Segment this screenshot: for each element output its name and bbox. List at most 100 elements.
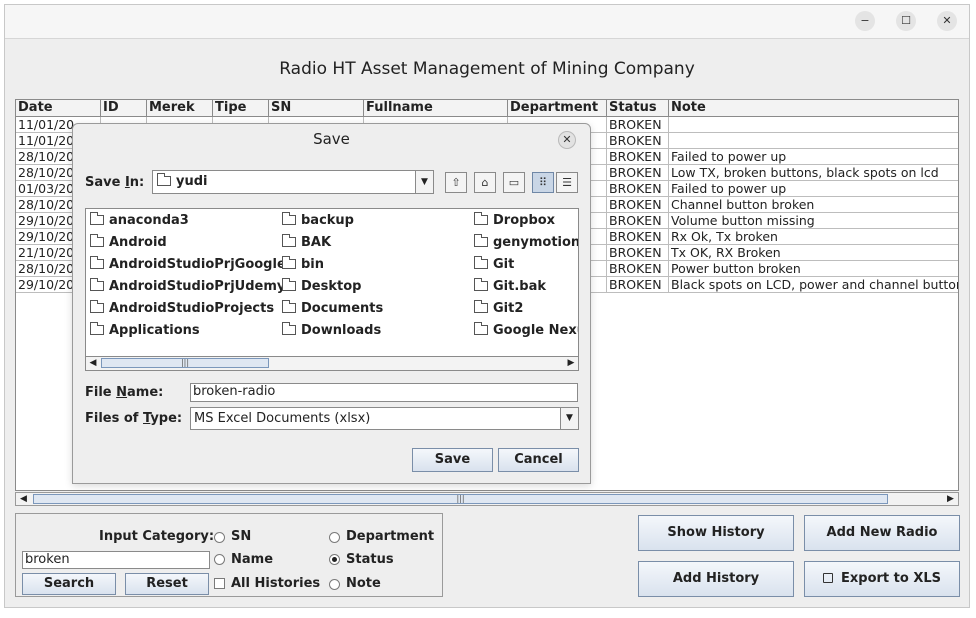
file-list-item[interactable]: Documents bbox=[282, 300, 383, 318]
table-cell-status: BROKEN bbox=[607, 149, 669, 165]
table-horizontal-scrollbar[interactable]: ◀ ||| ▶ bbox=[15, 492, 959, 506]
maximize-button[interactable]: ☐ bbox=[896, 11, 916, 31]
file-name-input[interactable]: broken-radio bbox=[190, 383, 578, 402]
file-list-item[interactable]: Git2 bbox=[474, 300, 523, 318]
save-in-combo[interactable]: yudi ▼ bbox=[152, 170, 434, 194]
file-list-item[interactable]: bin bbox=[282, 256, 324, 274]
sn-radio-label[interactable]: SN bbox=[231, 529, 251, 544]
close-button[interactable]: ✕ bbox=[937, 11, 957, 31]
table-cell-note: Power button broken bbox=[669, 261, 958, 277]
new-folder-button[interactable]: ▭ bbox=[503, 172, 525, 193]
table-cell-note: Black spots on LCD, power and channel bu… bbox=[669, 277, 959, 293]
file-list-item[interactable]: Applications bbox=[90, 322, 200, 340]
page-title: Radio HT Asset Management of Mining Comp… bbox=[279, 59, 695, 79]
details-view-icon: ☰ bbox=[562, 176, 572, 189]
new-folder-icon: ▭ bbox=[508, 176, 520, 189]
file-list-scrollbar[interactable]: ◀ ||| ▶ bbox=[86, 356, 578, 370]
file-list-item[interactable]: Git bbox=[474, 256, 514, 274]
reset-button[interactable]: Reset bbox=[125, 573, 209, 595]
file-type-value: MS Excel Documents (xlsx) bbox=[194, 411, 371, 426]
file-list-item[interactable]: anaconda3 bbox=[90, 212, 189, 230]
chevron-down-icon[interactable]: ▼ bbox=[415, 171, 433, 193]
folder-icon bbox=[282, 322, 296, 335]
folder-icon bbox=[474, 322, 488, 335]
file-list-item[interactable]: AndroidStudioPrjUdemy bbox=[90, 278, 285, 296]
name-radio-label[interactable]: Name bbox=[231, 552, 273, 567]
note-radio[interactable] bbox=[329, 579, 340, 590]
folder-icon bbox=[282, 212, 296, 225]
add-history-button[interactable]: Add History bbox=[638, 561, 794, 597]
column-header-status[interactable]: Status bbox=[607, 100, 669, 117]
scroll-left-icon[interactable]: ◀ bbox=[87, 357, 99, 370]
all-histories-label[interactable]: All Histories bbox=[231, 576, 320, 591]
column-header-merek[interactable]: Merek bbox=[147, 100, 213, 117]
save-in-value: yudi bbox=[176, 174, 208, 189]
file-list[interactable]: ◀ ||| ▶ anaconda3 Android AndroidStudioPrj… bbox=[85, 208, 579, 371]
file-list-item[interactable]: Downloads bbox=[282, 322, 381, 340]
department-radio[interactable] bbox=[329, 532, 340, 543]
up-folder-button[interactable]: ⇧ bbox=[445, 172, 467, 193]
add-new-radio-button[interactable]: Add New Radio bbox=[804, 515, 960, 551]
home-button[interactable]: ⌂ bbox=[474, 172, 496, 193]
all-histories-checkbox[interactable] bbox=[214, 578, 225, 589]
dialog-save-button[interactable]: Save bbox=[412, 448, 493, 472]
table-cell-status: BROKEN bbox=[607, 245, 669, 261]
show-history-button[interactable]: Show History bbox=[638, 515, 794, 551]
file-name: Google Nexus bbox=[493, 323, 578, 338]
status-radio[interactable] bbox=[329, 554, 340, 565]
scroll-right-icon[interactable]: ▶ bbox=[944, 493, 957, 505]
column-header-id[interactable]: ID bbox=[101, 100, 147, 117]
file-type-combo[interactable]: MS Excel Documents (xlsx) ▼ bbox=[190, 407, 579, 430]
table-cell-note: Low TX, broken buttons, black spots on l… bbox=[669, 165, 958, 181]
folder-icon bbox=[90, 212, 104, 225]
maximize-icon: ☐ bbox=[901, 14, 911, 27]
folder-icon bbox=[282, 256, 296, 269]
file-type-label: Files of Type: bbox=[85, 411, 183, 426]
file-list-item[interactable]: Desktop bbox=[282, 278, 361, 296]
file-list-item[interactable]: Git.bak bbox=[474, 278, 546, 296]
dialog-cancel-button[interactable]: Cancel bbox=[498, 448, 579, 472]
table-cell-status: BROKEN bbox=[607, 213, 669, 229]
dialog-close-button[interactable]: ✕ bbox=[558, 131, 576, 149]
table-cell-status: BROKEN bbox=[607, 165, 669, 181]
note-radio-label[interactable]: Note bbox=[346, 576, 381, 591]
name-radio[interactable] bbox=[214, 554, 225, 565]
scroll-left-icon[interactable]: ◀ bbox=[17, 493, 30, 505]
details-view-button[interactable]: ☰ bbox=[556, 172, 578, 193]
file-name: Git bbox=[493, 257, 515, 272]
save-dialog: Save ✕ Save In: yudi ▼ ⇧ ⌂ ▭ ⠿ ☰ ◀ ||| ▶… bbox=[72, 123, 591, 484]
column-header-date[interactable]: Date bbox=[16, 100, 101, 117]
file-list-item[interactable]: AndroidStudioPrjGoogle bbox=[90, 256, 286, 274]
file-list-item[interactable]: genymotion bbox=[474, 234, 578, 252]
list-view-icon: ⠿ bbox=[538, 176, 548, 189]
table-cell-status: BROKEN bbox=[607, 229, 669, 245]
file-list-item[interactable]: Android bbox=[90, 234, 167, 252]
column-header-note[interactable]: Note bbox=[669, 100, 958, 117]
column-header-sn[interactable]: SN bbox=[269, 100, 364, 117]
file-list-item[interactable]: AndroidStudioProjects bbox=[90, 300, 274, 318]
search-button[interactable]: Search bbox=[22, 573, 116, 595]
search-input[interactable]: broken bbox=[22, 551, 210, 569]
file-name: Downloads bbox=[301, 323, 382, 338]
status-radio-label[interactable]: Status bbox=[346, 552, 394, 567]
file-name: anaconda3 bbox=[109, 213, 189, 228]
export-xls-button[interactable]: Export to XLS bbox=[804, 561, 960, 597]
scrollbar-thumb[interactable]: ||| bbox=[33, 494, 888, 504]
folder-icon bbox=[90, 256, 104, 269]
column-header-tipe[interactable]: Tipe bbox=[213, 100, 269, 117]
list-view-button[interactable]: ⠿ bbox=[532, 172, 554, 193]
file-list-item[interactable]: Dropbox bbox=[474, 212, 555, 230]
table-cell-note: Failed to power up bbox=[669, 149, 958, 165]
column-header-department[interactable]: Department bbox=[508, 100, 607, 117]
file-list-item[interactable]: BAK bbox=[282, 234, 331, 252]
chevron-down-icon[interactable]: ▼ bbox=[560, 408, 578, 429]
minimize-button[interactable]: − bbox=[855, 11, 875, 31]
column-header-fullname[interactable]: Fullname bbox=[364, 100, 508, 117]
file-list-item[interactable]: Google Nexus bbox=[474, 322, 578, 340]
department-radio-label[interactable]: Department bbox=[346, 529, 434, 544]
folder-icon bbox=[474, 212, 488, 225]
scroll-right-icon[interactable]: ▶ bbox=[565, 357, 577, 370]
file-list-scroll-thumb[interactable]: ||| bbox=[101, 358, 269, 368]
sn-radio[interactable] bbox=[214, 532, 225, 543]
file-list-item[interactable]: backup bbox=[282, 212, 354, 230]
